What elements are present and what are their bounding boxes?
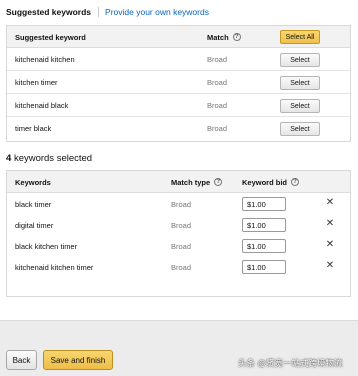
match-type-text: Broad [207, 55, 228, 64]
table-row: digital timer Broad ✕ [7, 214, 350, 237]
tab-provide-own-keywords[interactable]: Provide your own keywords [99, 7, 209, 17]
select-button[interactable]: Select [280, 99, 320, 113]
keywords-column-header: Keywords [15, 177, 51, 187]
selected-keyword-text: black timer [15, 200, 52, 209]
keyword-source-tabs: Suggested keywords Provide your own keyw… [6, 4, 209, 20]
match-column-label: Match [207, 32, 229, 42]
select-button[interactable]: Select [280, 76, 320, 90]
watermark-text: 头条 @贤宽一站式跨境物流 [238, 358, 343, 368]
help-icon[interactable]: ? [291, 178, 300, 186]
table-row: black timer Broad ✕ [7, 193, 350, 216]
close-x-icon[interactable]: ✕ [325, 217, 335, 229]
match-type-text: Broad [171, 200, 192, 209]
match-type-column-label: Match type [171, 177, 211, 187]
save-and-finish-button[interactable]: Save and finish [43, 350, 113, 370]
selected-table-header: Keywords Match type ? Keyword bid ? [7, 171, 350, 193]
match-type-text: Broad [171, 263, 192, 272]
suggested-table-header: Suggested keyword Match ? Select All [7, 26, 350, 48]
keyword-bid-column-header: Keyword bid ? [242, 171, 300, 193]
keyword-bid-input[interactable] [242, 260, 286, 274]
keyword-bid-input[interactable] [242, 197, 286, 211]
keyword-bid-input[interactable] [242, 239, 286, 253]
select-all-button[interactable]: Select All [280, 30, 320, 44]
match-type-column-header: Match type ? [171, 171, 223, 193]
close-x-icon[interactable]: ✕ [325, 238, 335, 250]
help-icon[interactable]: ? [232, 33, 241, 41]
selected-heading-label: keywords selected [13, 153, 93, 164]
suggested-keyword-text: kitchenaid black [15, 101, 69, 110]
suggested-keyword-text: kitchenaid kitchen [15, 55, 75, 64]
match-type-text: Broad [207, 101, 228, 110]
table-row: kitchenaid kitchen Broad Select [7, 48, 350, 71]
selected-keyword-text: kitchenaid kitchen timer [15, 263, 94, 272]
selected-count: 4 [6, 153, 12, 164]
suggested-keywords-table: Suggested keyword Match ? Select All kit… [6, 25, 351, 142]
selected-keyword-text: black kitchen timer [15, 242, 78, 251]
select-button[interactable]: Select [280, 122, 320, 136]
tab-suggested-keywords[interactable]: Suggested keywords [6, 7, 100, 17]
help-icon[interactable]: ? [214, 178, 223, 186]
close-x-icon[interactable]: ✕ [325, 196, 335, 208]
back-button[interactable]: Back [6, 350, 37, 370]
selected-keyword-text: digital timer [15, 221, 54, 230]
match-type-text: Broad [171, 221, 192, 230]
table-row: kitchenaid kitchen timer Broad ✕ [7, 256, 350, 279]
suggested-keyword-text: kitchen timer [15, 78, 58, 87]
suggested-keyword-column-header: Suggested keyword [15, 32, 86, 42]
keywords-selected-heading: 4 keywords selected [6, 153, 92, 164]
table-row: kitchenaid black Broad Select [7, 94, 350, 117]
selected-keywords-table: Keywords Match type ? Keyword bid ? blac… [6, 170, 351, 297]
match-type-text: Broad [207, 124, 228, 133]
match-type-text: Broad [207, 78, 228, 87]
select-button[interactable]: Select [280, 53, 320, 67]
table-row: kitchen timer Broad Select [7, 71, 350, 94]
table-row: timer black Broad Select [7, 117, 350, 140]
keyword-bid-column-label: Keyword bid [242, 177, 288, 187]
suggested-keyword-text: timer black [15, 124, 52, 133]
keyword-bid-input[interactable] [242, 218, 286, 232]
match-column-header: Match ? [207, 26, 241, 48]
match-type-text: Broad [171, 242, 192, 251]
close-x-icon[interactable]: ✕ [325, 259, 335, 271]
table-row: black kitchen timer Broad ✕ [7, 235, 350, 258]
